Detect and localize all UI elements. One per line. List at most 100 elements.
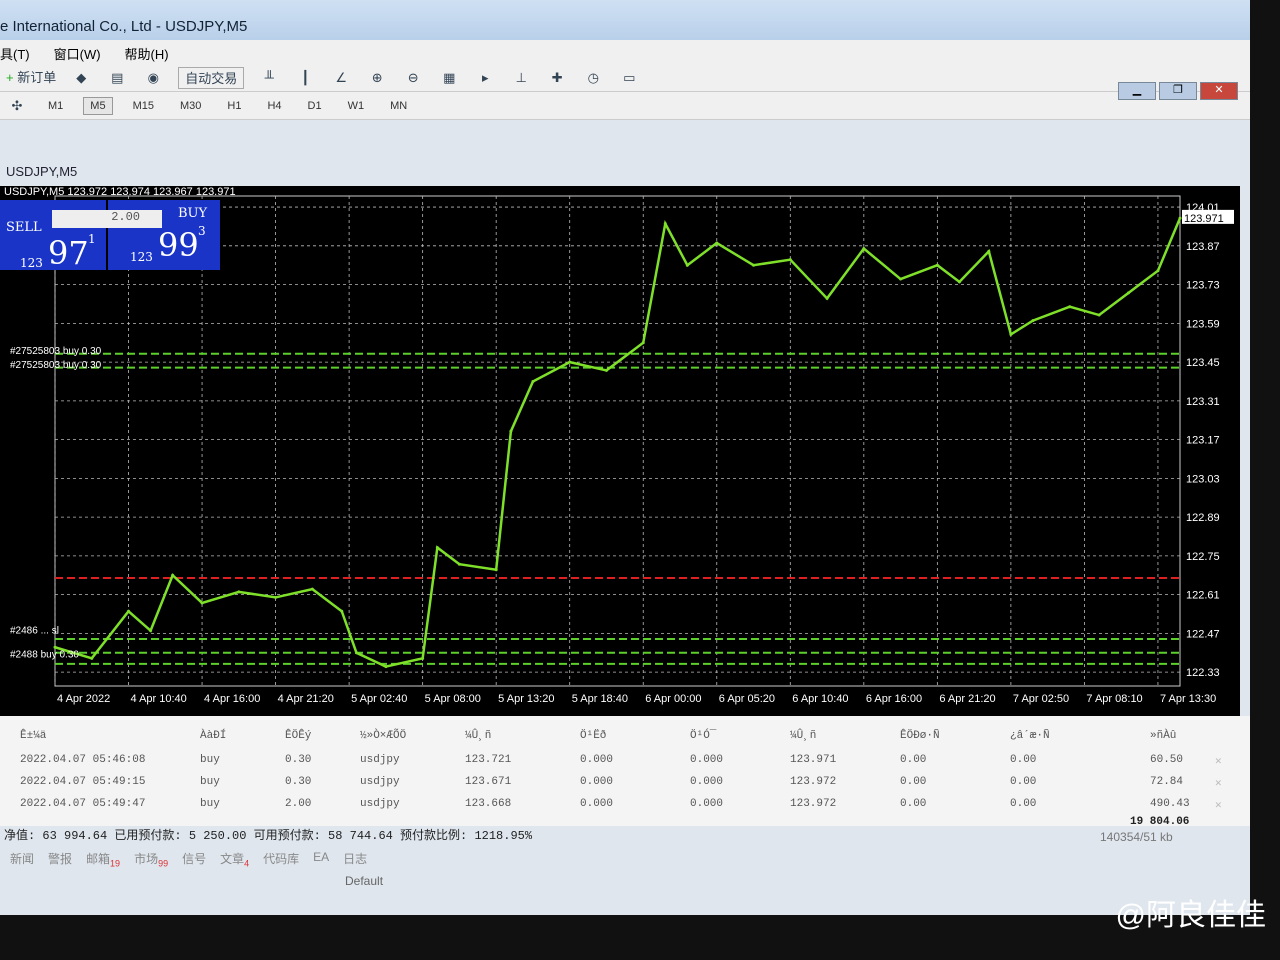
column-header[interactable]: ÊÖÊý xyxy=(285,730,311,742)
order-cell: 2.00 xyxy=(285,798,312,810)
restore-button[interactable]: ❐ xyxy=(1159,82,1197,100)
menu-window[interactable]: 窗口(W) xyxy=(54,44,101,64)
auto-trade-button[interactable]: 自动交易 xyxy=(178,66,245,89)
y-tick-label: 123.73 xyxy=(1186,280,1220,292)
price-point xyxy=(171,573,175,577)
column-header[interactable]: ¿â´æ·Ñ xyxy=(1010,730,1050,742)
y-tick-label: 122.75 xyxy=(1186,551,1220,563)
timeframe-m30[interactable]: M30 xyxy=(174,98,207,114)
price-point xyxy=(149,629,153,633)
column-header[interactable]: Ê±¼ä xyxy=(20,730,46,742)
close-button[interactable]: ✕ xyxy=(1200,82,1238,100)
order-row[interactable]: 2022.04.07 05:49:47 buy 2.00 usdjpy 123.668 0… xyxy=(0,798,1250,820)
signal-icon[interactable]: ◉ xyxy=(142,67,164,89)
x-tick-label: 6 Apr 21:20 xyxy=(939,693,995,705)
zoom-out-icon[interactable]: ⊖ xyxy=(402,67,424,89)
tile-windows-icon[interactable]: ▦ xyxy=(438,67,460,89)
column-header[interactable]: Ö¹Ëð xyxy=(580,730,606,742)
menu-help[interactable]: 帮助(H) xyxy=(125,44,169,64)
title-bar: e International Co., Ltd - USDJPY,M5 xyxy=(0,0,1250,40)
buy-price-big: 99 xyxy=(158,226,199,264)
price-point xyxy=(685,263,689,267)
terminal-icon[interactable]: ▤ xyxy=(106,67,128,89)
tab-badge: 19 xyxy=(110,858,121,869)
order-row[interactable]: 2022.04.07 05:49:15 buy 0.30 usdjpy 123.671 0… xyxy=(0,776,1250,798)
x-tick-label: 5 Apr 13:20 xyxy=(498,693,554,705)
profile-label: Default xyxy=(345,874,384,888)
order-cell: 0.30 xyxy=(285,776,312,788)
buy-label: BUY xyxy=(178,206,208,221)
order-row[interactable]: 2022.04.07 05:46:08 buy 0.30 usdjpy 123.721 0… xyxy=(0,754,1250,776)
column-header[interactable]: ¼Û¸ñ xyxy=(465,730,491,742)
terminal-tab[interactable]: 邮箱19 xyxy=(86,850,120,868)
chart-tab-title[interactable]: USDJPY,M5 xyxy=(0,164,77,179)
bar-chart-icon[interactable]: ╨ xyxy=(258,67,280,89)
order-cell: 123.668 xyxy=(465,798,512,810)
order-cell: 0.00 xyxy=(900,776,927,788)
terminal-tab[interactable]: 新闻 xyxy=(10,850,34,868)
order-cell: 123.972 xyxy=(790,776,837,788)
y-tick-label: 123.87 xyxy=(1186,241,1220,253)
minimize-button[interactable]: ▁ xyxy=(1118,82,1156,100)
timeframe-m1[interactable]: M1 xyxy=(42,98,69,114)
timeframe-mn[interactable]: MN xyxy=(384,98,413,114)
terminal-tab[interactable]: 代码库 xyxy=(263,850,299,868)
timeframe-h4[interactable]: H4 xyxy=(261,98,287,114)
chart-shift-icon[interactable]: ⊥ xyxy=(510,67,532,89)
order-cell: 123.721 xyxy=(465,754,512,766)
menu-tools[interactable]: 具(T) xyxy=(0,44,30,64)
order-cell: 2022.04.07 05:49:47 xyxy=(20,798,146,810)
tab-label: 警报 xyxy=(48,852,73,866)
terminal-tab[interactable]: 市场99 xyxy=(134,850,168,868)
timeframe-h1[interactable]: H1 xyxy=(221,98,247,114)
price-point xyxy=(494,568,498,572)
order-cell: 123.972 xyxy=(790,798,837,810)
candle-chart-icon[interactable]: ┃ xyxy=(294,67,316,89)
order-label: #27525803 buy 0.30 xyxy=(10,360,102,371)
buy-button[interactable]: BUY 123 99 3 xyxy=(110,200,220,270)
navigator-icon[interactable]: ◆ xyxy=(70,67,92,89)
x-tick-label: 5 Apr 18:40 xyxy=(572,693,628,705)
order-cell: 0.000 xyxy=(690,776,724,788)
sell-price-prefix: 123 xyxy=(20,256,43,270)
terminal-tab[interactable]: 警报 xyxy=(48,850,72,868)
close-order-icon[interactable]: ✕ xyxy=(1215,776,1222,790)
timeframe-m15[interactable]: M15 xyxy=(127,98,160,114)
timeframe-d1[interactable]: D1 xyxy=(302,98,328,114)
timeframe-m5[interactable]: M5 xyxy=(83,96,113,115)
price-point xyxy=(788,258,792,262)
terminal-tabs: 新闻 警报 邮箱19 市场99 信号 文章4 代码库 EA 日志 xyxy=(0,850,367,868)
order-cell: usdjpy xyxy=(360,798,400,810)
column-header[interactable]: »ñÀû xyxy=(1150,730,1176,742)
order-label: #2486 ... sl xyxy=(10,625,59,636)
price-point xyxy=(1178,216,1182,220)
close-order-icon[interactable]: ✕ xyxy=(1215,798,1222,812)
indicators-icon[interactable]: ✚ xyxy=(546,67,568,89)
zoom-in-icon[interactable]: ⊕ xyxy=(366,67,388,89)
tab-label: 日志 xyxy=(343,852,368,866)
price-point xyxy=(509,429,513,433)
x-tick-label: 7 Apr 13:30 xyxy=(1160,693,1216,705)
autoscroll-icon[interactable]: ▸ xyxy=(474,67,496,89)
terminal-tab[interactable]: 文章4 xyxy=(220,850,249,868)
column-header[interactable]: ÀàÐÍ xyxy=(200,730,226,742)
terminal-tab[interactable]: 日志 xyxy=(343,850,367,868)
close-order-icon[interactable]: ✕ xyxy=(1215,754,1222,768)
tab-label: 信号 xyxy=(182,852,207,866)
timeframe-w1[interactable]: W1 xyxy=(342,98,371,114)
order-cell: 0.000 xyxy=(690,798,724,810)
y-tick-label: 123.03 xyxy=(1186,473,1220,485)
auto-trade-label: 自动交易 xyxy=(185,70,238,86)
order-cell: usdjpy xyxy=(360,754,400,766)
column-header[interactable]: Ö¹Ó¯ xyxy=(690,730,716,742)
column-header[interactable]: ÊÖÐø·Ñ xyxy=(900,730,940,742)
terminal-tab[interactable]: EA xyxy=(313,850,329,868)
new-order-button[interactable]: + 新订单 xyxy=(6,67,56,89)
drawing-tools-icon[interactable]: ✣ xyxy=(6,95,28,117)
column-header[interactable]: ¼Û¸ñ xyxy=(790,730,816,742)
periods-icon[interactable]: ◷ xyxy=(582,67,604,89)
templates-icon[interactable]: ▭ xyxy=(618,67,640,89)
column-header[interactable]: ½»Ò×ÆÕÖ xyxy=(360,730,406,742)
terminal-tab[interactable]: 信号 xyxy=(182,850,206,868)
line-chart-icon[interactable]: ∠ xyxy=(330,67,352,89)
